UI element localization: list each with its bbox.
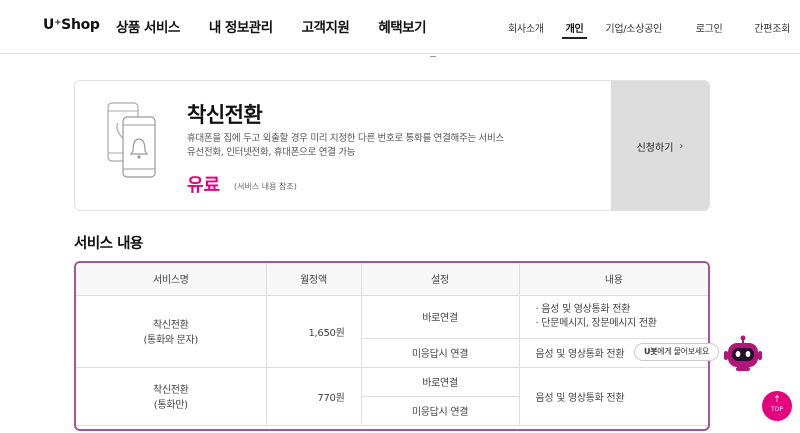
- logo[interactable]: U⁺Shop: [43, 17, 100, 33]
- arrow-up-icon: ↑: [773, 395, 781, 405]
- service-name-sub: (통화와 문자): [143, 335, 199, 346]
- service-table: 서비스명 월정액 설정 내용 착신전환 (통화와 문자) 1,650원 바로연결…: [74, 261, 710, 431]
- scroll-indicator: [430, 54, 436, 57]
- segment-company[interactable]: 회사소개: [508, 20, 544, 35]
- content-bullet: 단문메시지, 장문메시지 전환: [536, 317, 709, 331]
- description-line: 유선전화, 인터넷전화, 휴대폰으로 연결 가능: [187, 147, 356, 158]
- call-forwarding-icon: [107, 102, 156, 178]
- content-bullet: 음성 및 영상통화 전환: [536, 303, 709, 317]
- section-title: 서비스 내용: [74, 236, 143, 252]
- column-header: 서비스명: [76, 263, 267, 296]
- apply-button-label: 신청하기: [636, 143, 674, 154]
- service-name-cell: 착신전환 (통화와 문자): [76, 294, 267, 368]
- description-line: 휴대폰을 집에 두고 외출할 경우 미리 지정한 다른 번호로 통화를 연결해주…: [187, 133, 504, 144]
- service-name: 착신전환: [152, 385, 189, 396]
- nav-item-my-info[interactable]: 내 정보관리: [209, 16, 273, 36]
- setting-cell: 바로연결: [360, 366, 520, 397]
- column-header: 설정: [360, 263, 520, 296]
- service-name: 착신전환: [152, 320, 189, 331]
- chatbot-name: U봇: [644, 347, 658, 356]
- setting-cell: 미응답시 연결: [361, 337, 520, 368]
- price-label: 유료: [187, 175, 221, 196]
- setting-cell: 미응답시 연결: [361, 395, 519, 426]
- nav-item-benefits[interactable]: 혜택보기: [378, 16, 426, 36]
- service-description: 휴대폰을 집에 두고 외출할 경우 미리 지정한 다른 번호로 통화를 연결해주…: [187, 132, 504, 160]
- quick-lookup-link[interactable]: 간편조회: [754, 20, 790, 35]
- util-nav: 로그인 간편조회: [674, 20, 800, 35]
- service-title: 착신전환: [187, 103, 263, 127]
- table-header-row: 서비스명 월정액 설정 내용: [76, 263, 708, 296]
- service-name-sub: (통화만): [153, 400, 188, 411]
- chatbot-prompt: 에게 물어보세요: [657, 347, 709, 356]
- segment-personal[interactable]: 개인: [561, 20, 588, 39]
- chevron-right-icon: ›: [679, 141, 684, 152]
- robot-icon[interactable]: [723, 335, 763, 373]
- column-header: 월정액: [265, 263, 362, 296]
- price-note: (서비스 내용 참조): [234, 182, 297, 191]
- service-name-cell: 착신전환 (통화만): [76, 366, 267, 426]
- login-link[interactable]: 로그인: [696, 20, 723, 35]
- chatbot-bubble[interactable]: U봇에게 물어보세요: [634, 343, 719, 361]
- nav-item-support[interactable]: 고객지원: [302, 16, 350, 36]
- segment-business[interactable]: 기업/소상공인: [605, 20, 662, 35]
- fee-cell: 1,650원: [265, 294, 362, 368]
- table-row: 착신전환 (통화와 문자) 1,650원 바로연결 음성 및 영상통화 전환 단…: [76, 294, 709, 368]
- nav-item-products[interactable]: 상품 서비스: [116, 16, 180, 36]
- service-card: 착신전환 휴대폰을 집에 두고 외출할 경우 미리 지정한 다른 번호로 통화를…: [74, 80, 710, 211]
- scroll-top-label: TOP: [770, 406, 783, 413]
- apply-button[interactable]: 신청하기 ›: [611, 81, 709, 210]
- content-cell: 음성 및 영상통화 전환 단문메시지, 장문메시지 전환: [518, 294, 709, 339]
- site-header: U⁺Shop 상품 서비스 내 정보관리 고객지원 혜택보기 회사소개 개인 기…: [0, 0, 800, 54]
- scroll-top-button[interactable]: ↑ TOP: [762, 391, 792, 421]
- segment-nav: 회사소개 개인 기업/소상공인: [508, 20, 684, 39]
- content-cell: 음성 및 영상통화 전환: [518, 366, 708, 426]
- main-nav: 상품 서비스 내 정보관리 고객지원 혜택보기: [116, 16, 455, 36]
- table-row: 착신전환 (통화만) 770원 바로연결 음성 및 영상통화 전환: [76, 366, 708, 426]
- column-header: 내용: [518, 263, 708, 296]
- setting-cell: 바로연결: [360, 294, 520, 339]
- fee-cell: 770원: [265, 366, 362, 426]
